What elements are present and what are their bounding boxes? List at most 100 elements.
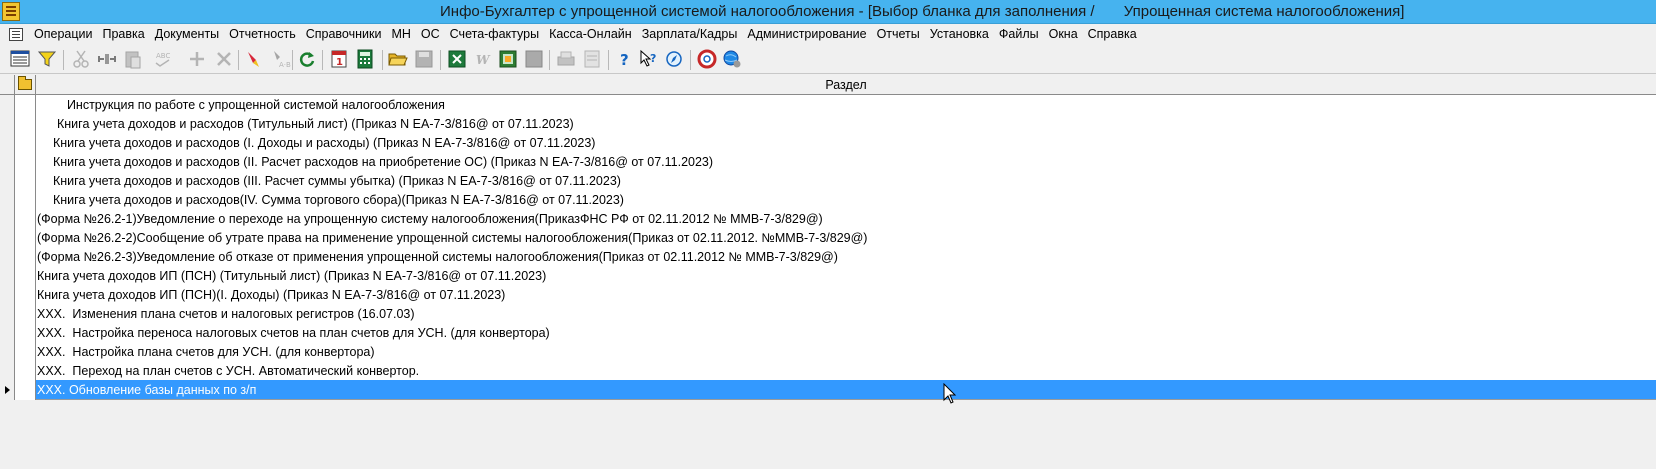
excel-icon[interactable] [446, 48, 468, 70]
folder-cell[interactable] [15, 133, 36, 153]
row-selector[interactable] [0, 228, 15, 248]
preview-icon[interactable] [581, 48, 603, 70]
section-cell[interactable]: XXX. Настройка переноса налоговых счетов… [37, 323, 550, 343]
menu-files[interactable]: Файлы [994, 24, 1044, 44]
section-cell[interactable]: Книга учета доходов и расходов (II. Расч… [53, 152, 713, 172]
folder-cell[interactable] [15, 304, 36, 324]
folder-cell[interactable] [15, 285, 36, 305]
title-bar[interactable]: Инфо-Бухгалтер с упрощенной системой нал… [0, 0, 1656, 24]
row-selector[interactable] [0, 304, 15, 324]
table-row[interactable]: XXX. Переход на план счетов с УСН. Автом… [0, 361, 1656, 381]
folder-cell[interactable] [15, 171, 36, 191]
section-cell[interactable]: Книга учета доходов и расходов (I. Доход… [53, 133, 595, 153]
folder-cell[interactable] [15, 114, 36, 134]
copy-icon[interactable] [96, 48, 118, 70]
menu-invoices[interactable]: Счета-фактуры [445, 24, 544, 44]
folder-cell[interactable] [15, 190, 36, 210]
section-cell[interactable]: Книга учета доходов ИП (ПСН)(I. Доходы) … [37, 285, 505, 305]
menu-references[interactable]: Справочники [301, 24, 387, 44]
form-view-icon[interactable] [9, 48, 31, 70]
context-help-icon[interactable]: ? [638, 48, 660, 70]
table-row[interactable]: XXX. Настройка плана счетов для УСН. (дл… [0, 342, 1656, 362]
menu-setup[interactable]: Установка [925, 24, 994, 44]
section-cell[interactable]: XXX. Обновление базы данных по з/п [37, 380, 256, 400]
row-selector[interactable] [0, 114, 15, 134]
folder-cell[interactable] [15, 209, 36, 229]
menu-reports[interactable]: Отчеты [872, 24, 925, 44]
filter-icon[interactable] [36, 48, 58, 70]
folder-cell[interactable] [15, 380, 36, 400]
folder-cell[interactable] [15, 95, 36, 115]
section-cell[interactable]: XXX. Настройка плана счетов для УСН. (дл… [37, 342, 375, 362]
delete-icon[interactable] [213, 48, 235, 70]
row-selector[interactable] [0, 342, 15, 362]
section-cell[interactable]: Инструкция по работе с упрощенной систем… [60, 95, 445, 115]
menu-mn[interactable]: МН [386, 24, 415, 44]
replace-icon[interactable]: A·B [269, 48, 291, 70]
folder-cell[interactable] [15, 228, 36, 248]
row-selector[interactable] [0, 95, 15, 115]
cut-icon[interactable] [70, 48, 92, 70]
folder-cell[interactable] [15, 152, 36, 172]
menu-cash-online[interactable]: Касса-Онлайн [544, 24, 637, 44]
section-cell[interactable]: Книга учета доходов и расходов(IV. Сумма… [53, 190, 624, 210]
section-cell[interactable]: Книга учета доходов и расходов (Титульны… [57, 114, 574, 134]
menu-reporting[interactable]: Отчетность [224, 24, 301, 44]
help-icon[interactable]: ? [614, 48, 636, 70]
add-icon[interactable] [186, 48, 208, 70]
compass-icon[interactable] [663, 48, 685, 70]
mark-icon[interactable] [243, 48, 265, 70]
app-icon[interactable] [2, 2, 20, 21]
row-selector[interactable] [0, 247, 15, 267]
section-cell[interactable]: (Форма №26.2-2)Сообщение об утрате права… [37, 228, 867, 248]
folder-column-header[interactable] [15, 75, 36, 95]
section-cell[interactable]: XXX. Переход на план счетов с УСН. Автом… [37, 361, 419, 381]
section-column-header[interactable]: Раздел [36, 75, 1656, 95]
support-icon[interactable] [696, 48, 718, 70]
table-row[interactable]: Книга учета доходов и расходов (III. Рас… [0, 171, 1656, 191]
row-selector[interactable] [0, 152, 15, 172]
save-icon[interactable] [413, 48, 435, 70]
web-update-icon[interactable] [721, 48, 743, 70]
menu-windows[interactable]: Окна [1044, 24, 1083, 44]
menu-help[interactable]: Справка [1083, 24, 1142, 44]
section-cell[interactable]: Книга учета доходов и расходов (III. Рас… [53, 171, 621, 191]
table-row[interactable]: Книга учета доходов и расходов (I. Доход… [0, 133, 1656, 153]
row-selector[interactable] [0, 171, 15, 191]
table-row[interactable]: (Форма №26.2-2)Сообщение об утрате права… [0, 228, 1656, 248]
folder-cell[interactable] [15, 361, 36, 381]
menu-edit[interactable]: Правка [97, 24, 149, 44]
print-icon[interactable] [555, 48, 577, 70]
table-row[interactable]: (Форма №26.2-3)Уведомление об отказе от … [0, 247, 1656, 267]
section-cell[interactable]: (Форма №26.2-1)Уведомление о переходе на… [37, 209, 823, 229]
table-row[interactable]: Книга учета доходов и расходов (II. Расч… [0, 152, 1656, 172]
menu-operations[interactable]: Операции [29, 24, 97, 44]
refresh-icon[interactable] [296, 48, 318, 70]
row-selector[interactable] [0, 380, 15, 400]
word-icon[interactable]: W [473, 48, 495, 70]
menu-administration[interactable]: Администрирование [742, 24, 871, 44]
folder-cell[interactable] [15, 247, 36, 267]
section-cell[interactable]: (Форма №26.2-3)Уведомление об отказе от … [37, 247, 838, 267]
row-selector[interactable] [0, 323, 15, 343]
calculator-icon[interactable] [354, 48, 376, 70]
row-selector[interactable] [0, 190, 15, 210]
row-selector[interactable] [0, 285, 15, 305]
row-selector[interactable] [0, 361, 15, 381]
section-cell[interactable]: XXX. Изменения плана счетов и налоговых … [37, 304, 415, 324]
section-cell[interactable]: Книга учета доходов ИП (ПСН) (Титульный … [37, 266, 546, 286]
paste-icon[interactable] [122, 48, 144, 70]
export-icon[interactable] [497, 48, 519, 70]
row-selector[interactable] [0, 266, 15, 286]
document-menu-icon[interactable] [9, 27, 23, 41]
table-row[interactable]: XXX. Обновление базы данных по з/п [0, 380, 1656, 400]
table-row[interactable]: Книга учета доходов и расходов (Титульны… [0, 114, 1656, 134]
menu-documents[interactable]: Документы [150, 24, 224, 44]
folder-cell[interactable] [15, 342, 36, 362]
row-selector[interactable] [0, 133, 15, 153]
table-row[interactable]: Книга учета доходов ИП (ПСН) (Титульный … [0, 266, 1656, 286]
table-row[interactable]: XXX. Настройка переноса налоговых счетов… [0, 323, 1656, 343]
table-row[interactable]: Книга учета доходов ИП (ПСН)(I. Доходы) … [0, 285, 1656, 305]
import-icon[interactable] [523, 48, 545, 70]
open-folder-icon[interactable] [387, 48, 409, 70]
